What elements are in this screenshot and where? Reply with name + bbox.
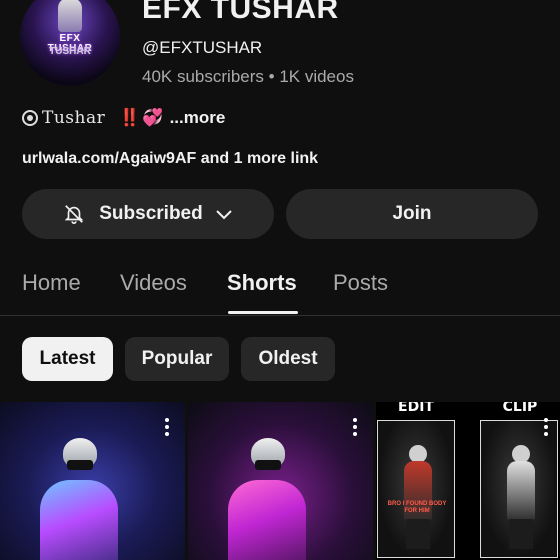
channel-links[interactable]: urlwala.com/Agaiw9AF and 1 more link [22,150,318,168]
channel-tabs: Home Videos Shorts Posts [0,260,560,316]
edit-panel-caption: BRO I FOUND BODY FOR HIM [387,501,447,514]
join-button[interactable]: Join [286,189,538,239]
channel-stats: 40K subscribers • 1K videos [142,67,354,87]
edit-panel: BRO I FOUND BODY FOR HIM [377,420,455,558]
tab-home[interactable]: Home [22,270,81,296]
description-emoji: ‼️ [119,108,141,127]
bell-off-icon [64,205,84,224]
emblem-icon [22,110,38,126]
short-2-figure [228,480,306,560]
subscribed-button[interactable]: Subscribed [22,189,274,239]
avatar-figure [58,0,82,32]
chip-latest[interactable]: Latest [22,337,113,381]
tab-videos[interactable]: Videos [120,270,187,296]
short-thumbnail-3[interactable]: EDIT BRO I FOUND BODY FOR HIM CLIP [376,402,560,560]
channel-description[interactable]: Tushar ‼️ 💞 ...more [22,108,225,128]
more-links[interactable]: and 1 more link [196,150,318,167]
shorts-grid: EDIT BRO I FOUND BODY FOR HIM CLIP [0,402,560,560]
heart-emoji: 💞 [142,108,164,127]
stats-separator: • [268,67,275,86]
join-label: Join [392,203,432,224]
more-options-icon[interactable] [165,418,169,436]
edit-panel-legs [406,519,430,549]
description-more-link[interactable]: ...more [170,108,226,128]
clip-panel-legs [509,519,533,549]
description-name: Tushar [42,108,106,128]
channel-avatar[interactable]: EFX TUSHAR TUSHAR [20,0,120,86]
tab-posts[interactable]: Posts [333,270,388,296]
subscribed-label: Subscribed [99,203,203,224]
more-options-icon[interactable] [353,418,357,436]
short-thumbnail-2[interactable] [188,402,373,560]
channel-handle: @EFXTUSHAR [142,38,263,57]
short-2-mask [255,460,281,470]
short-thumbnail-1[interactable] [0,402,185,560]
chevron-down-icon [216,210,232,220]
channel-link-url[interactable]: urlwala.com/Agaiw9AF [22,150,196,167]
active-tab-indicator [228,311,298,314]
edit-label: EDIT [398,402,434,415]
clip-label: CLIP [502,402,538,415]
short-1-figure [40,480,118,560]
channel-title: EFX TUSHAR [142,0,339,25]
short-1-mask [67,460,93,470]
chip-popular[interactable]: Popular [125,337,229,381]
channel-header: EFX TUSHAR TUSHAR EFX TUSHAR @EFXTUSHAR … [0,0,560,100]
tab-shorts[interactable]: Shorts [227,270,297,296]
clip-panel [480,420,558,558]
subscriber-count: 40K subscribers [142,67,264,86]
chip-oldest[interactable]: Oldest [241,337,335,381]
avatar-logo-text-2: TUSHAR [49,46,91,57]
more-options-icon[interactable] [544,418,548,436]
clip-panel-figure [507,461,535,521]
video-count: 1K videos [279,67,354,86]
